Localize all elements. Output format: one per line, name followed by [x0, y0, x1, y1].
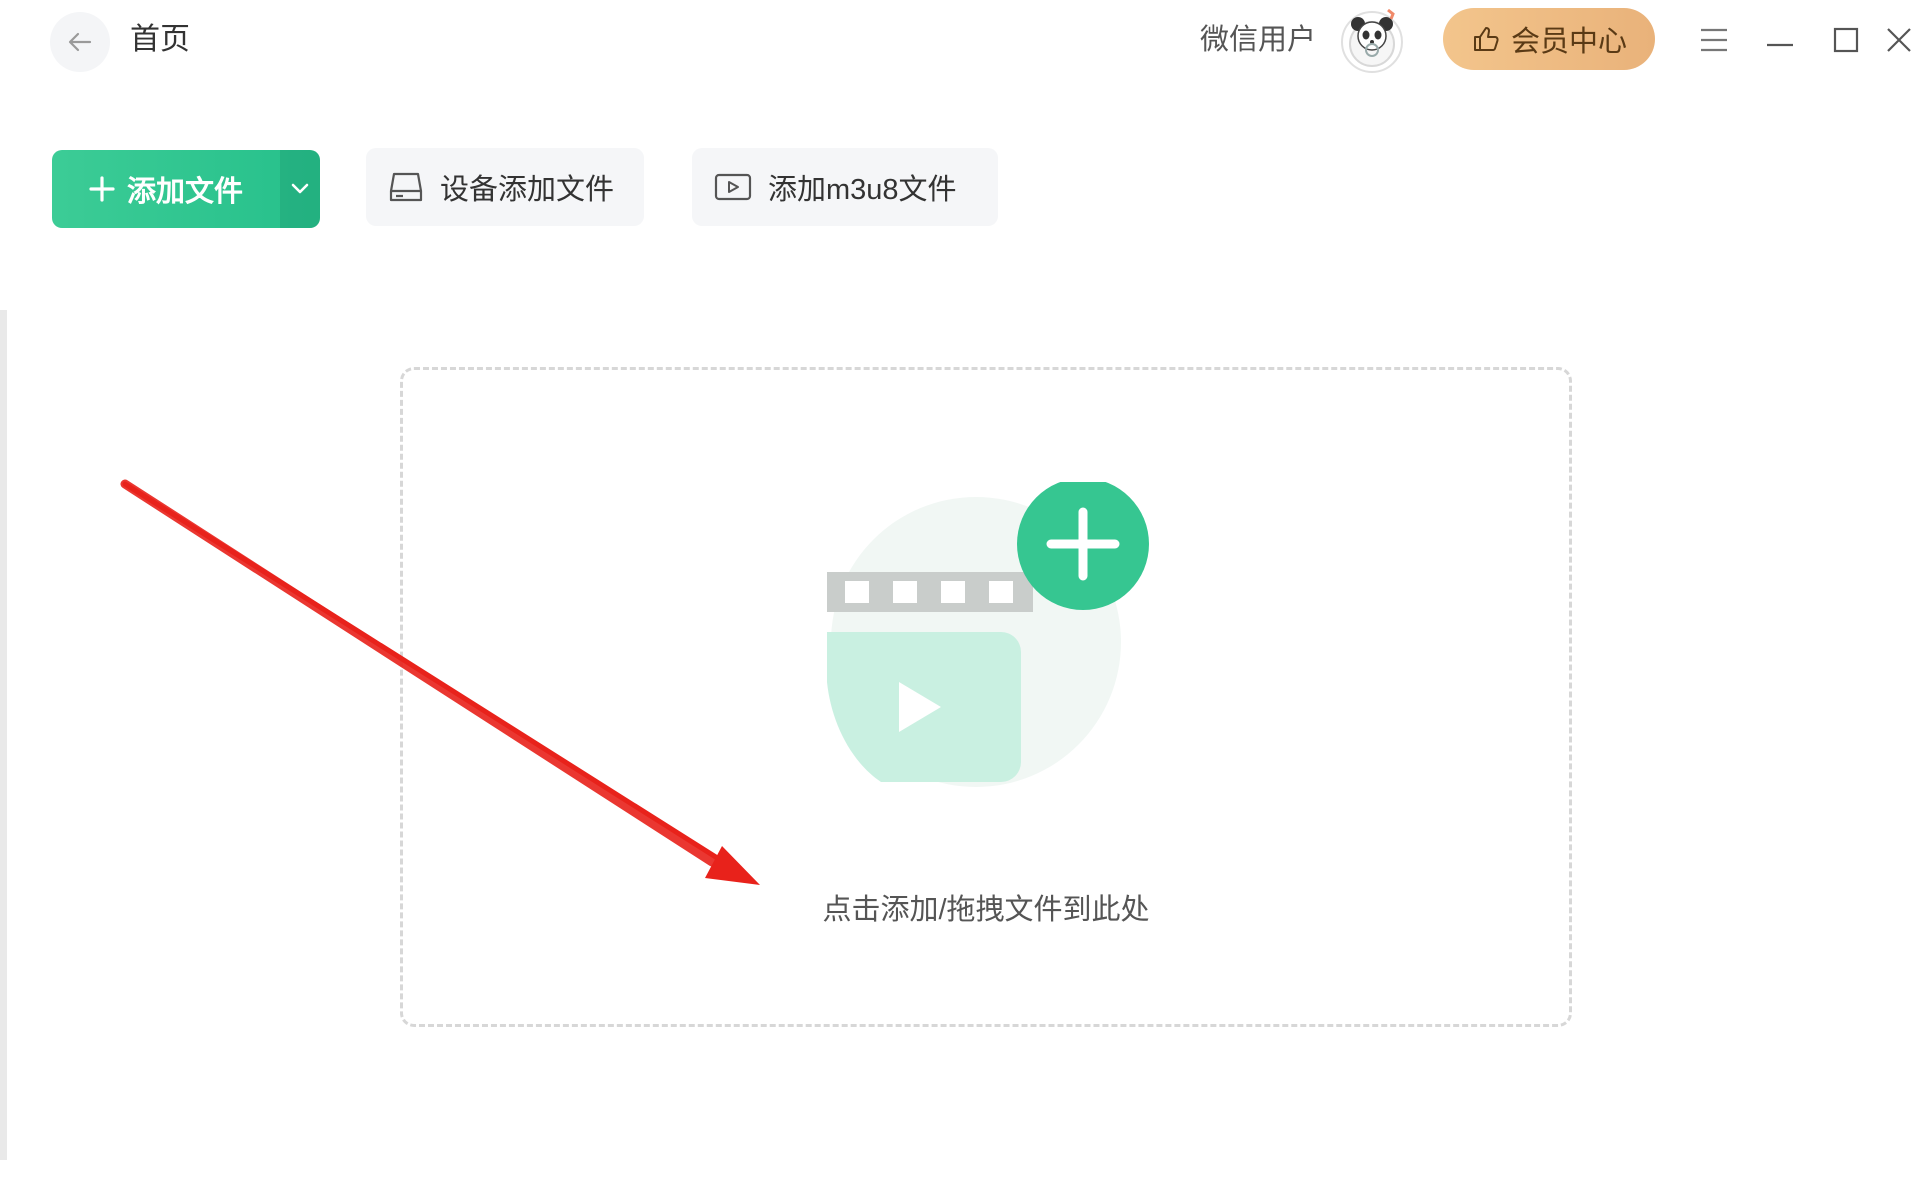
- window-left-edge: [0, 310, 7, 1160]
- play-box-icon: [714, 173, 752, 201]
- menu-button[interactable]: [1692, 18, 1736, 62]
- drop-hint-text: 点击添加/拖拽文件到此处: [822, 894, 1150, 926]
- add-file-main[interactable]: 添加文件: [52, 150, 280, 228]
- close-button[interactable]: [1884, 18, 1914, 62]
- add-video-illustration: [827, 482, 1149, 787]
- add-file-button[interactable]: 添加文件: [52, 150, 320, 228]
- avatar[interactable]: [1338, 6, 1406, 74]
- file-drop-zone[interactable]: 点击添加/拖拽文件到此处: [400, 367, 1572, 1027]
- minimize-button[interactable]: [1758, 18, 1802, 62]
- drive-icon: [389, 172, 423, 202]
- chevron-down-icon: [291, 183, 309, 194]
- maximize-icon: [1833, 27, 1859, 53]
- add-file-dropdown[interactable]: [280, 150, 320, 228]
- hamburger-icon: [1701, 28, 1727, 52]
- device-add-file-label: 设备添加文件: [440, 174, 615, 206]
- add-file-label: 添加文件: [126, 176, 243, 208]
- plus-icon: [89, 176, 115, 202]
- add-m3u8-file-button[interactable]: 添加m3u8文件: [692, 148, 998, 226]
- add-m3u8-file-label: 添加m3u8文件: [768, 174, 957, 206]
- thumbs-up-icon: [1473, 27, 1499, 51]
- toolbar: 添加文件 设备添加文件 添加m3u8文件: [0, 140, 1914, 240]
- close-icon: [1887, 28, 1911, 52]
- vip-center-label: 会员中心: [1510, 26, 1627, 58]
- vip-center-button[interactable]: 会员中心: [1443, 8, 1655, 70]
- arrow-left-icon: [68, 32, 92, 52]
- title-bar: 首页 微信用户 会员中心: [0, 0, 1914, 80]
- device-add-file-button[interactable]: 设备添加文件: [366, 148, 644, 226]
- page-title: 首页: [130, 23, 190, 56]
- minimize-icon: [1767, 43, 1793, 47]
- panda-avatar-icon: [1341, 8, 1403, 73]
- back-button[interactable]: [50, 12, 110, 72]
- maximize-button[interactable]: [1824, 18, 1868, 62]
- user-name[interactable]: 微信用户: [1200, 20, 1316, 60]
